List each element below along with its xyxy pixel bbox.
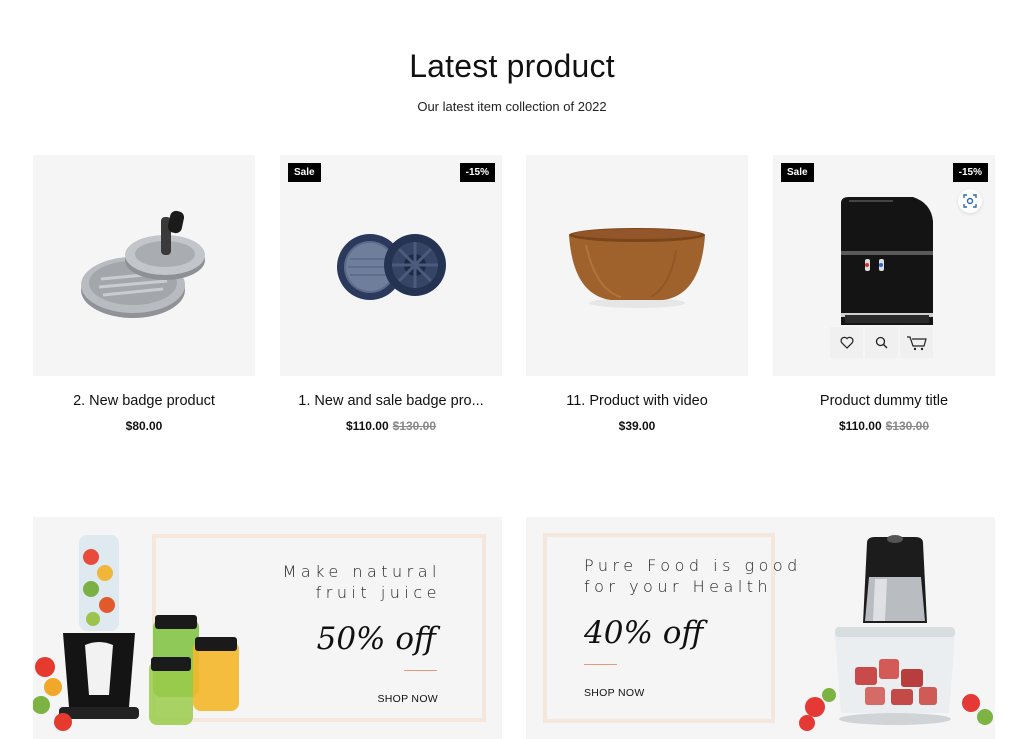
banner-title-line: Make natural xyxy=(282,562,441,581)
search-icon xyxy=(875,336,888,349)
product-grid: 2. New badge product $80.00 Sale -15% 1.… xyxy=(33,155,995,445)
product-image-link[interactable] xyxy=(526,155,748,376)
old-price: $130.00 xyxy=(392,419,437,433)
current-price: $80.00 xyxy=(125,419,163,433)
discount-badge: -15% xyxy=(952,163,988,182)
section-subtitle: Our latest item collection of 2022 xyxy=(417,99,607,114)
banner-offer: 50% off xyxy=(316,621,436,657)
add-to-cart-button[interactable] xyxy=(900,327,933,358)
banner-title-line: for your Health xyxy=(584,577,773,596)
product-title-link[interactable]: Product dummy title xyxy=(773,393,995,409)
banner-title-line: Pure Food is good xyxy=(584,556,802,575)
product-price: $110.00 $130.00 xyxy=(773,419,995,433)
image-zoom-button[interactable] xyxy=(958,189,982,213)
focus-scan-icon xyxy=(963,194,977,208)
banner-offer: 40% off xyxy=(584,615,704,651)
product-card: Sale -15% Product dummy title $110.00 $1… xyxy=(773,155,995,433)
banner-divider xyxy=(404,670,437,671)
banner-title: Pure Food is good for your Health xyxy=(584,555,802,597)
quick-view-button[interactable] xyxy=(865,327,898,358)
product-actions xyxy=(830,327,933,358)
current-price: $110.00 xyxy=(345,419,389,433)
product-title-link[interactable]: 11. Product with video xyxy=(526,393,748,409)
current-price: $39.00 xyxy=(618,419,656,433)
shop-now-link[interactable]: SHOP NOW xyxy=(377,693,438,705)
product-title-link[interactable]: 1. New and sale badge pro... xyxy=(280,393,502,409)
banner-title: Make natural fruit juice xyxy=(283,561,441,603)
section-title: Latest product xyxy=(409,48,615,84)
product-image-link[interactable] xyxy=(33,155,255,376)
section-header: Latest product Our latest item collectio… xyxy=(0,48,1024,114)
old-price: $130.00 xyxy=(885,419,930,433)
wishlist-button[interactable] xyxy=(830,327,863,358)
product-card: Sale -15% 1. New and sale badge pro... $… xyxy=(280,155,502,433)
sale-badge: Sale xyxy=(288,163,321,182)
banner-title-line: fruit juice xyxy=(315,583,441,602)
burger-press-icon xyxy=(81,210,205,318)
cart-icon xyxy=(906,335,927,350)
wooden-bowl-icon xyxy=(569,228,705,308)
promo-banner-food[interactable]: Pure Food is good for your Health 40% of… xyxy=(526,517,995,739)
food-chopper-icon xyxy=(799,535,993,731)
product-price: $39.00 xyxy=(526,419,748,433)
banner-divider xyxy=(584,664,617,665)
product-image-link[interactable]: Sale -15% xyxy=(280,155,502,376)
product-image-link[interactable]: Sale -15% xyxy=(773,155,995,376)
product-title-link[interactable]: 2. New badge product xyxy=(33,393,255,409)
product-price: $80.00 xyxy=(33,419,255,433)
product-price: $110.00 $130.00 xyxy=(280,419,502,433)
discount-badge: -15% xyxy=(459,163,495,182)
blender-icon xyxy=(33,535,239,731)
lids-icon xyxy=(337,234,446,300)
shop-now-link[interactable]: SHOP NOW xyxy=(584,687,645,699)
product-card: 2. New badge product $80.00 xyxy=(33,155,255,433)
current-price: $110.00 xyxy=(838,419,882,433)
heart-icon xyxy=(840,336,853,349)
sale-badge: Sale xyxy=(781,163,814,182)
product-card: 11. Product with video $39.00 xyxy=(526,155,748,433)
promo-banner-juice[interactable]: Make natural fruit juice 50% off SHOP NO… xyxy=(33,517,502,739)
